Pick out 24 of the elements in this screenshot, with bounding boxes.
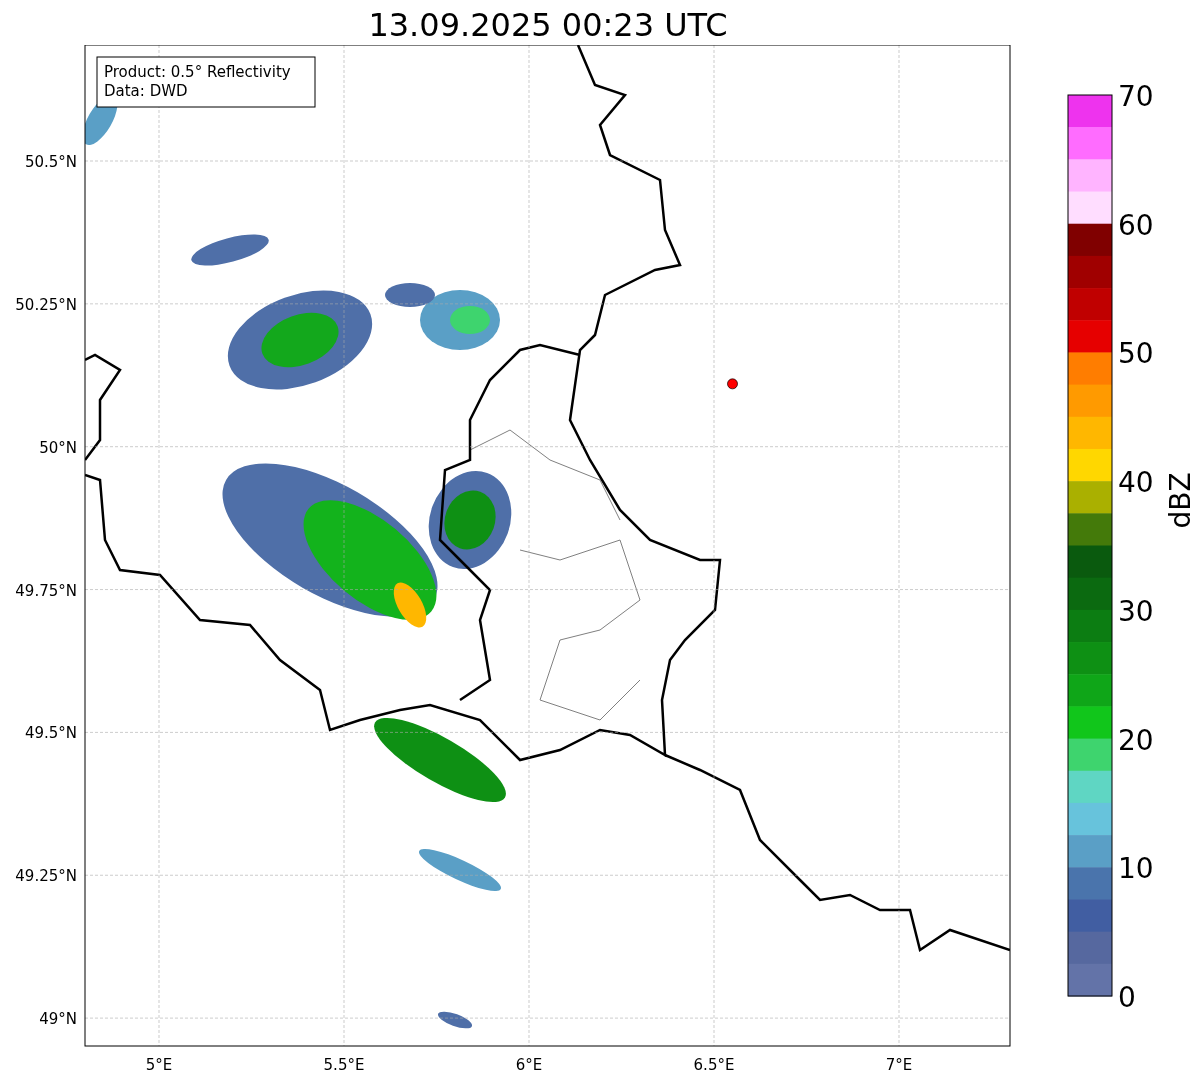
- colorbar-label: dBZ: [1164, 472, 1197, 529]
- latitude-label: 50.5°N: [24, 153, 77, 171]
- scale-tick-label: 50: [1118, 337, 1154, 371]
- scale-tick-label: 70: [1118, 80, 1154, 113]
- longitude-label: 6°E: [515, 1056, 543, 1074]
- latitude-label: 49.5°N: [24, 724, 77, 743]
- info-text: Product: 0.5° Reflectivity: [104, 63, 291, 81]
- scale-tick-label: 20: [1118, 723, 1154, 757]
- longitude-label: 5.5°E: [323, 1056, 365, 1074]
- latitude-label: 49.25°N: [15, 867, 77, 886]
- longitude-label: 7°E: [885, 1056, 913, 1074]
- scale-tick-label: 10: [1118, 852, 1154, 886]
- chart-title: 13.09.2025 00:23 UTC: [367, 5, 729, 45]
- latitude-label: 49.75°N: [15, 581, 77, 600]
- scale-tick-label: 60: [1118, 208, 1154, 242]
- latitude-label: 49°N: [39, 1010, 77, 1029]
- longitude-label: 6.5°E: [693, 1056, 735, 1074]
- longitude-label: 5°E: [145, 1056, 173, 1074]
- scale-tick-label: 40: [1118, 466, 1154, 500]
- latitude-label: 50°N: [39, 438, 77, 457]
- scale-tick-label: 30: [1118, 594, 1154, 628]
- latitude-label: 50.25°N: [15, 295, 77, 314]
- scale-tick-label: 0: [1118, 981, 1136, 1014]
- info-text: Data: DWD: [104, 82, 188, 100]
